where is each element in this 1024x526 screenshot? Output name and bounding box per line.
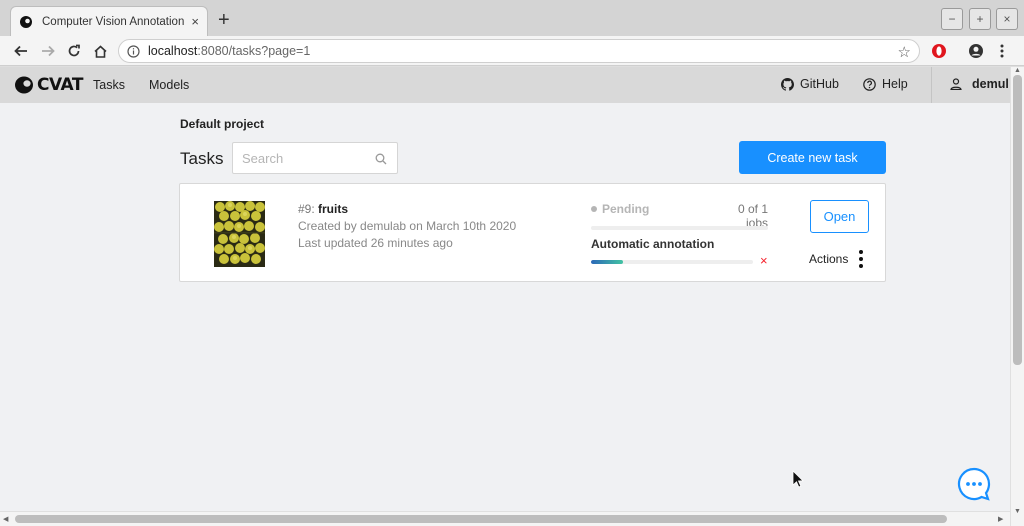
browser-tab[interactable]: Computer Vision Annotation To × [10, 6, 208, 36]
scroll-left-icon[interactable]: ◀ [3, 515, 8, 523]
opera-extension-icon[interactable] [929, 41, 949, 61]
header-divider [931, 67, 932, 103]
bookmark-star-icon[interactable]: ☆ [898, 43, 911, 61]
create-new-task-button[interactable]: Create new task [739, 141, 886, 174]
back-icon[interactable] [11, 41, 31, 61]
github-label: GitHub [800, 77, 839, 91]
app-viewport: CVAT Tasks Models GitHub Help demul Defa… [0, 67, 1010, 511]
cancel-annotation-icon[interactable]: × [760, 253, 768, 268]
reload-icon[interactable] [64, 41, 84, 61]
maximize-button[interactable]: + [969, 8, 991, 30]
nav-tasks[interactable]: Tasks [93, 78, 125, 92]
task-card: #9: fruits Created by demulab on March 1… [179, 183, 886, 282]
mouse-cursor-icon [792, 470, 804, 493]
close-window-button[interactable]: × [996, 8, 1018, 30]
vertical-scroll-thumb[interactable] [1013, 75, 1022, 365]
scroll-down-icon[interactable]: ▼ [1014, 508, 1021, 515]
logo-text: CVAT [37, 75, 83, 95]
task-created: Created by demulab on March 10th 2020 [298, 219, 517, 233]
browser-tabstrip: Computer Vision Annotation To × + − + × [0, 0, 1024, 36]
user-icon [950, 78, 962, 90]
task-name: #9: fruits [298, 202, 348, 216]
search-icon[interactable] [375, 152, 387, 170]
question-circle-icon [863, 77, 876, 91]
project-name: Default project [180, 117, 265, 131]
browser-toolbar: localhost:8080/tasks?page=1 ☆ [0, 36, 1024, 66]
username: demul [972, 77, 1009, 91]
url-path: :8080/tasks?page=1 [197, 44, 311, 58]
cvat-favicon-icon [19, 15, 33, 29]
auto-annotation-progress-fill [591, 260, 624, 264]
task-preview-image[interactable] [214, 201, 265, 267]
auto-annotation-label: Automatic annotation [591, 237, 715, 251]
scroll-up-icon[interactable]: ▲ [1014, 67, 1021, 74]
app-header: CVAT Tasks Models GitHub Help demul [0, 67, 1010, 103]
actions-menu[interactable]: Actions [809, 250, 864, 268]
new-tab-button[interactable]: + [218, 10, 230, 30]
horizontal-scroll-thumb[interactable] [15, 515, 947, 523]
cvat-logo-icon [15, 76, 33, 94]
browser-menu-icon[interactable] [992, 41, 1012, 61]
status-text: Pending [602, 202, 650, 216]
task-title: fruits [318, 202, 349, 216]
auto-annotation-progress-bar [591, 260, 753, 264]
nav-models[interactable]: Models [149, 78, 189, 92]
minimize-button[interactable]: − [941, 8, 963, 30]
task-id: #9: [298, 202, 319, 216]
status-dot [591, 206, 597, 212]
home-icon[interactable] [90, 41, 110, 61]
profile-icon[interactable] [966, 41, 986, 61]
url-host: localhost [148, 44, 198, 58]
search-input[interactable] [233, 143, 363, 173]
page-title: Tasks [180, 149, 224, 168]
task-updated: Last updated 26 minutes ago [298, 236, 453, 250]
forward-icon[interactable] [38, 41, 58, 61]
cvat-logo[interactable]: CVAT [15, 75, 83, 95]
open-task-button[interactable]: Open [810, 200, 869, 233]
github-icon [781, 77, 794, 91]
actions-label: Actions [809, 252, 849, 266]
scroll-right-icon[interactable]: ▶ [998, 515, 1003, 523]
github-link[interactable]: GitHub [781, 77, 839, 91]
vertical-scrollbar[interactable]: ▲ ▼ [1010, 67, 1024, 526]
chat-bubble-icon [957, 467, 991, 501]
jobs-progress-bar [591, 226, 768, 230]
tab-close-icon[interactable]: × [191, 14, 199, 29]
help-label: Help [882, 77, 908, 91]
browser-tab-title: Computer Vision Annotation To [42, 15, 186, 28]
horizontal-scrollbar[interactable]: ◀ ▶ [0, 511, 1010, 526]
more-vertical-icon [859, 250, 864, 268]
help-link[interactable]: Help [863, 77, 908, 91]
chat-button[interactable] [957, 467, 991, 501]
info-icon[interactable] [127, 44, 140, 58]
url-bar[interactable]: localhost:8080/tasks?page=1 ☆ [118, 39, 920, 63]
search-box[interactable] [232, 142, 398, 174]
user-menu[interactable]: demul [950, 77, 1009, 91]
status-badge: Pending [591, 202, 649, 216]
